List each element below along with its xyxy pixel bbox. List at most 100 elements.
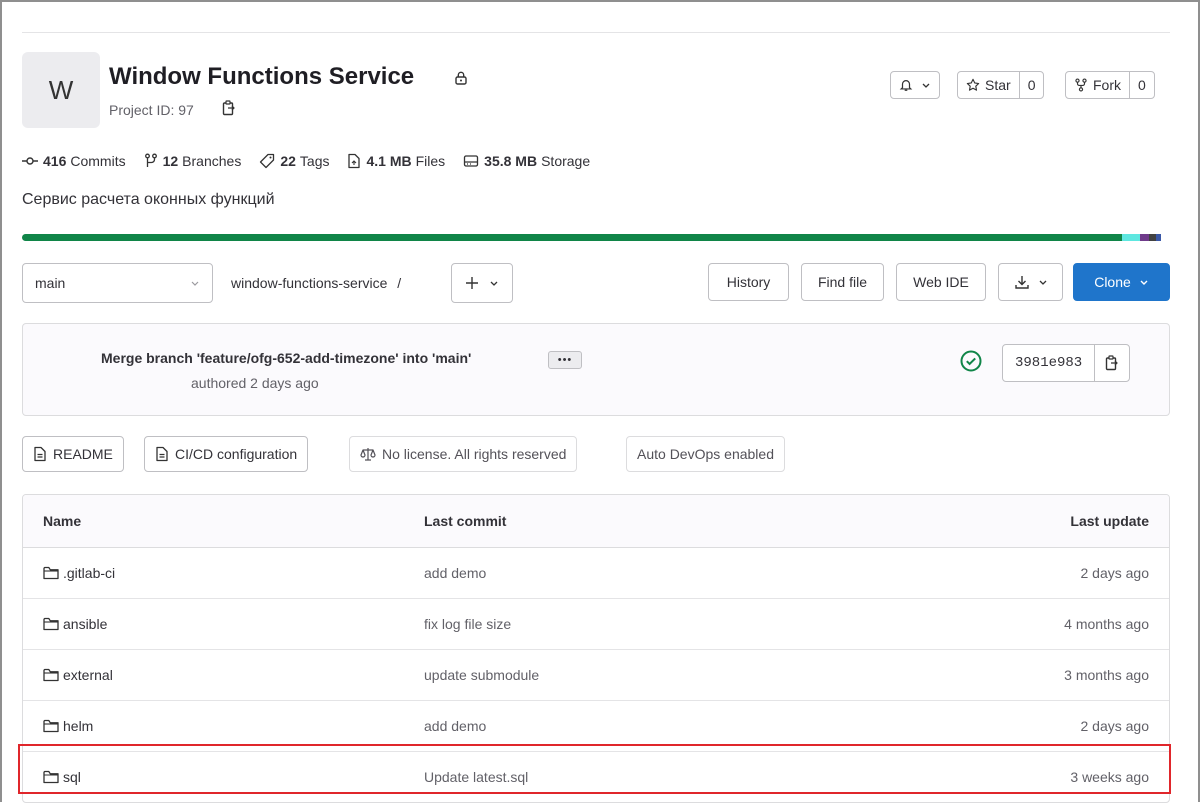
- project-avatar[interactable]: W: [22, 52, 100, 128]
- last-update-cell: 3 weeks ago: [1070, 769, 1149, 785]
- commit-icon: [22, 157, 38, 165]
- file-icon: [348, 153, 361, 169]
- chevron-down-icon: [490, 281, 498, 286]
- language-segment[interactable]: [1149, 234, 1157, 241]
- web-ide-button[interactable]: Web IDE: [896, 263, 986, 301]
- folder-icon: [43, 770, 59, 784]
- breadcrumb: window-functions-service /: [231, 275, 401, 291]
- stat-branches[interactable]: 12 Branches: [144, 153, 241, 169]
- auto-devops-button[interactable]: Auto DevOps enabled: [626, 436, 785, 472]
- stat-files[interactable]: 4.1 MB Files: [347, 153, 445, 169]
- branch-icon: [144, 153, 157, 167]
- breadcrumb-separator: /: [397, 275, 402, 291]
- add-dropdown-button[interactable]: [451, 263, 513, 303]
- cicd-label: CI/CD configuration: [175, 446, 298, 462]
- file-name-cell[interactable]: ansible: [43, 616, 107, 632]
- file-name: .gitlab-ci: [63, 565, 116, 581]
- readme-button[interactable]: README: [22, 436, 124, 472]
- tag-icon: [260, 153, 275, 169]
- table-row[interactable]: sql Update latest.sql 3 weeks ago: [23, 752, 1169, 802]
- last-commit-panel: Merge branch 'feature/ofg-652-add-timezo…: [22, 323, 1170, 416]
- divider: [22, 32, 1170, 33]
- table-row[interactable]: ansible fix log file size 4 months ago: [23, 599, 1169, 650]
- clone-label: Clone: [1094, 274, 1131, 290]
- window-frame: W Window Functions Service Project ID: 9…: [0, 0, 1200, 803]
- license-label: No license. All rights reserved: [382, 446, 567, 462]
- project-title[interactable]: Window Functions Service: [109, 63, 414, 91]
- language-segment[interactable]: [1140, 234, 1150, 241]
- last-commit-cell[interactable]: Update latest.sql: [424, 769, 528, 785]
- last-update-cell: 3 months ago: [1064, 667, 1149, 683]
- commit-meta: authored 2 days ago: [191, 375, 319, 391]
- file-name-cell[interactable]: sql: [43, 769, 81, 785]
- chevron-down-icon: [191, 281, 199, 286]
- branch-name: main: [35, 275, 66, 291]
- project-description: Сервис расчета оконных функций: [22, 191, 275, 208]
- toggle-commit-description-button[interactable]: •••: [548, 351, 582, 369]
- file-name-cell[interactable]: external: [43, 667, 113, 683]
- project-stats: 416 Commits 12 Branches 22 Tags 4.1 MB Files…: [22, 153, 608, 169]
- star-label: Star: [985, 77, 1011, 93]
- folder-icon: [43, 668, 59, 682]
- fork-label: Fork: [1093, 77, 1121, 93]
- license-button[interactable]: No license. All rights reserved: [349, 436, 578, 472]
- fork-icon: [1075, 78, 1087, 92]
- notifications-dropdown[interactable]: [890, 71, 940, 99]
- language-bar[interactable]: [22, 234, 1170, 241]
- star-label-part: Star: [958, 72, 1019, 98]
- file-text-icon: [34, 446, 46, 462]
- last-commit-cell[interactable]: add demo: [424, 565, 486, 581]
- star-icon: [966, 78, 980, 91]
- file-name: ansible: [63, 616, 108, 632]
- star-count[interactable]: 0: [1020, 72, 1044, 98]
- history-button[interactable]: History: [708, 263, 789, 301]
- fork-button[interactable]: Fork 0: [1065, 71, 1155, 99]
- last-commit-cell[interactable]: add demo: [424, 718, 486, 734]
- last-update-cell: 2 days ago: [1080, 718, 1150, 734]
- breadcrumb-project[interactable]: window-functions-service: [231, 275, 387, 291]
- copy-icon[interactable]: [222, 100, 236, 119]
- language-segment[interactable]: [1121, 234, 1141, 241]
- stat-tags[interactable]: 22 Tags: [259, 153, 329, 169]
- file-name-cell[interactable]: .gitlab-ci: [43, 565, 115, 581]
- file-name: external: [63, 667, 113, 683]
- last-commit-cell[interactable]: fix log file size: [424, 616, 511, 632]
- plus-icon: [466, 277, 478, 289]
- star-button[interactable]: Star 0: [957, 71, 1045, 99]
- last-update-cell: 2 days ago: [1080, 565, 1150, 581]
- commit-sha[interactable]: 3981e983: [1003, 345, 1094, 381]
- storage-icon: [464, 155, 479, 167]
- chevron-down-icon: [1140, 280, 1148, 285]
- chevron-down-icon: [1039, 280, 1046, 285]
- cicd-config-button[interactable]: CI/CD configuration: [144, 436, 309, 472]
- lock-icon: [453, 70, 469, 89]
- fork-label-part: Fork: [1066, 72, 1129, 98]
- file-name-cell[interactable]: helm: [43, 718, 93, 734]
- pipeline-passed-icon[interactable]: [960, 350, 982, 375]
- bell-icon: [891, 72, 919, 98]
- language-segment[interactable]: [22, 234, 1122, 241]
- file-name: helm: [63, 718, 94, 734]
- branch-selector[interactable]: main: [22, 263, 213, 303]
- last-commit-cell[interactable]: update submodule: [424, 667, 539, 683]
- table-row[interactable]: helm add demo 2 days ago: [23, 701, 1169, 752]
- copy-sha-button[interactable]: [1095, 345, 1129, 381]
- commit-title[interactable]: Merge branch 'feature/ofg-652-add-timezo…: [101, 350, 471, 366]
- stat-storage[interactable]: 35.8 MB Storage: [463, 153, 590, 169]
- download-icon: [1014, 276, 1029, 289]
- download-dropdown-button[interactable]: [998, 263, 1063, 301]
- fork-count[interactable]: 0: [1130, 72, 1154, 98]
- language-segment[interactable]: [1156, 234, 1161, 241]
- auto-devops-label: Auto DevOps enabled: [637, 446, 774, 462]
- stat-commits[interactable]: 416 Commits: [22, 153, 126, 169]
- table-row[interactable]: .gitlab-ci add demo 2 days ago: [23, 548, 1169, 599]
- avatar-letter: W: [48, 74, 74, 105]
- header-last-update: Last update: [1070, 513, 1149, 529]
- last-update-cell: 4 months ago: [1064, 616, 1149, 632]
- clone-button[interactable]: Clone: [1073, 263, 1170, 301]
- folder-icon: [43, 566, 59, 580]
- find-file-button[interactable]: Find file: [801, 263, 884, 301]
- table-row[interactable]: external update submodule 3 months ago: [23, 650, 1169, 701]
- table-header: Name Last commit Last update: [23, 495, 1169, 548]
- folder-icon: [43, 617, 59, 631]
